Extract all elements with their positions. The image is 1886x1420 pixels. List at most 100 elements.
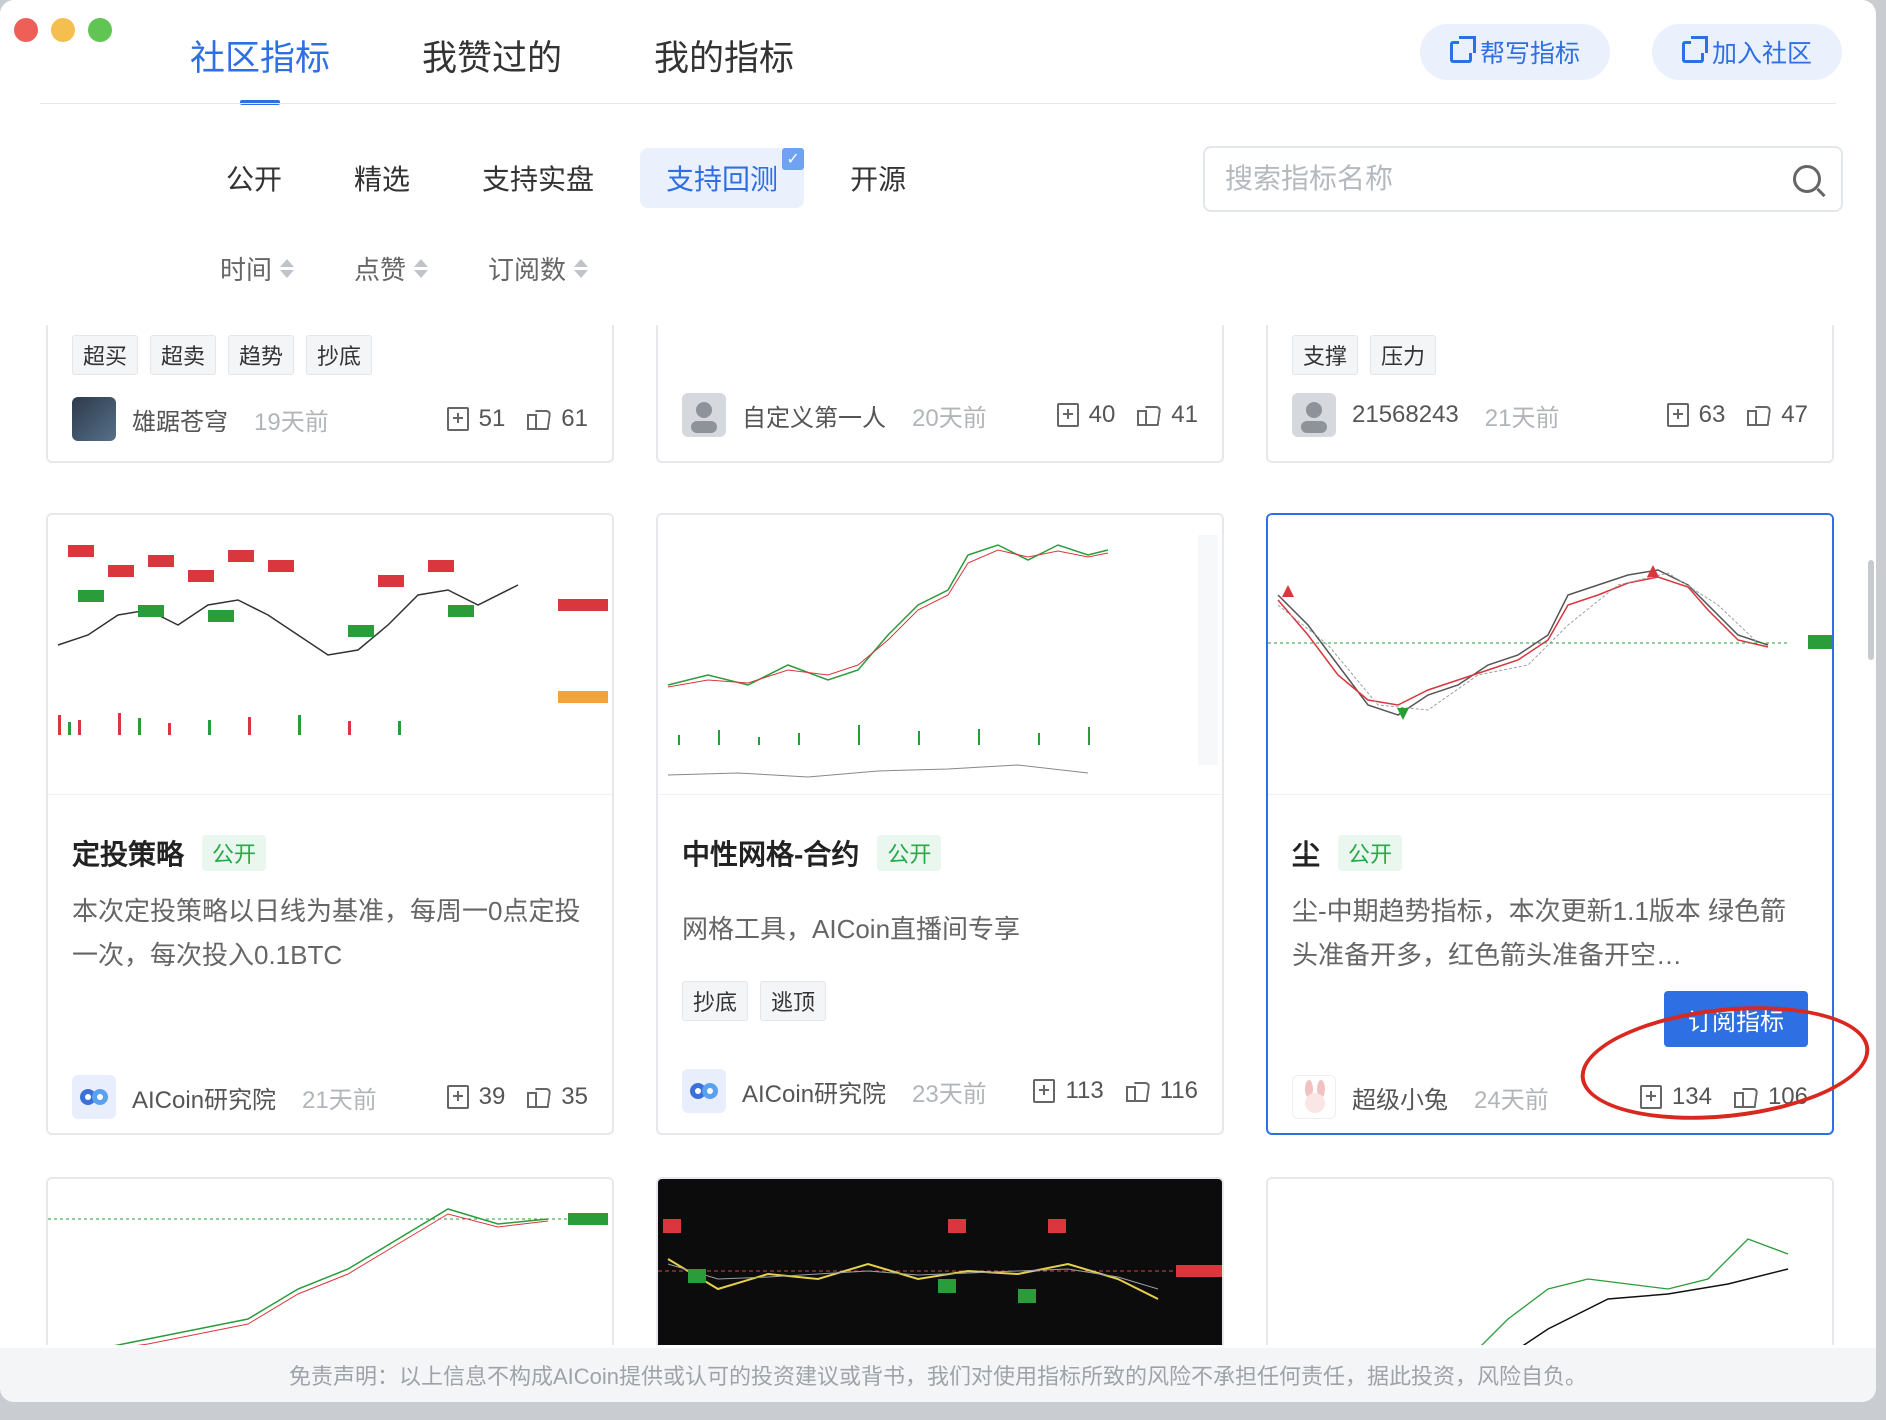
thumbs-up-icon [1125, 1080, 1150, 1102]
indicator-description: 本次定投策略以日线为基准，每周一0点定投一次，每次投入0.1BTC [72, 896, 581, 970]
subscribe-count: 40 [1056, 401, 1116, 429]
tag: 趋势 [228, 335, 295, 375]
author-name[interactable]: 雄踞苍穹 [132, 402, 228, 437]
indicator-card[interactable] [46, 1177, 614, 1345]
author-name[interactable]: AICoin研究院 [742, 1074, 886, 1109]
like-count-value: 61 [561, 405, 588, 432]
author-name[interactable]: 自定义第一人 [742, 398, 886, 433]
tag: 逃顶 [760, 981, 827, 1021]
zoom-window-button[interactable] [88, 18, 112, 42]
filter-backtest[interactable]: 支持回测 ✓ [640, 148, 805, 208]
tag-list: 支撑 压力 [1292, 335, 1437, 375]
subscribe-count-value: 40 [1088, 401, 1116, 428]
subscribe-count-value: 39 [478, 1083, 506, 1110]
avatar[interactable] [1292, 393, 1336, 437]
filter-live[interactable]: 支持实盘 [456, 148, 620, 208]
like-count[interactable]: 35 [527, 1083, 588, 1111]
sort-subs[interactable]: 订阅数 [488, 250, 589, 287]
tab-liked[interactable]: 我赞过的 [422, 30, 562, 105]
filter-public[interactable]: 公开 [200, 148, 308, 208]
filter-featured[interactable]: 精选 [328, 148, 436, 208]
sort-arrows-icon [280, 259, 295, 278]
card-title: 尘 公开 [1292, 833, 1403, 873]
tag: 抄底 [306, 335, 373, 375]
indicator-card[interactable] [1266, 1177, 1834, 1345]
card-title: 中性网格-合约 公开 [682, 833, 942, 873]
chart-thumbnail [48, 515, 612, 795]
subscribe-indicator-button[interactable]: 订阅指标 [1664, 991, 1808, 1047]
tab-community[interactable]: 社区指标 [190, 30, 330, 105]
avatar[interactable] [682, 393, 726, 437]
indicator-name[interactable]: 尘 [1292, 833, 1320, 873]
subscribe-icon [1033, 1079, 1056, 1103]
card-meta: AICoin研究院 23天前 113 116 [682, 1069, 1198, 1113]
thumbs-up-icon [527, 408, 551, 430]
like-count[interactable]: 47 [1747, 401, 1808, 429]
sort-likes[interactable]: 点赞 [354, 250, 429, 287]
chart-thumbnail [1268, 515, 1832, 795]
indicator-description: 网格工具，AICoin直播间专享 [682, 914, 1021, 944]
price-chart-image [658, 1219, 1222, 1303]
user-icon [691, 402, 717, 433]
like-count-value: 35 [561, 1083, 588, 1110]
author-name[interactable]: 超级小兔 [1352, 1080, 1448, 1115]
tab-mine[interactable]: 我的指标 [654, 30, 794, 105]
scrollbar[interactable] [1868, 560, 1874, 660]
like-count[interactable]: 41 [1137, 401, 1198, 429]
join-community-label: 加入社区 [1712, 40, 1813, 68]
tag-list: 超买 超卖 趋势 抄底 [72, 335, 373, 375]
price-chart-image [48, 1208, 608, 1345]
subscribe-count-value: 134 [1671, 1083, 1712, 1110]
card-meta: AICoin研究院 21天前 39 35 [72, 1075, 588, 1119]
like-count[interactable]: 116 [1125, 1077, 1198, 1105]
indicator-card[interactable]: 尘 公开 尘-中期趋势指标，本次更新1.1版本 绿色箭头准备开多，红色箭头准备开… [1266, 513, 1834, 1135]
subscribe-icon [446, 407, 469, 431]
disclaimer-bar: 免责声明：以上信息不构成AICoin提供或认可的投资建议或背书，我们对使用指标所… [0, 1348, 1876, 1402]
subscribe-count-value: 51 [478, 405, 506, 432]
indicator-name[interactable]: 中性网格-合约 [682, 833, 859, 873]
avatar[interactable] [1292, 1075, 1336, 1119]
like-count[interactable]: 61 [527, 405, 588, 433]
indicator-name[interactable]: 定投策略 [72, 833, 184, 873]
join-community-button[interactable]: 加入社区 [1652, 24, 1843, 80]
external-icon [1682, 36, 1708, 63]
close-window-button[interactable] [14, 18, 38, 42]
filter-open-source[interactable]: 开源 [824, 148, 932, 208]
sort-time[interactable]: 时间 [220, 250, 295, 287]
indicator-card[interactable]: 自定义第一人 20天前 40 41 [656, 325, 1224, 463]
avatar[interactable] [682, 1069, 726, 1113]
thumbs-up-icon [1733, 1086, 1758, 1108]
indicator-card[interactable]: 中性网格-合约 公开 网格工具，AICoin直播间专享 抄底 逃顶 AICoin… [656, 513, 1224, 1135]
price-chart-image [57, 545, 608, 735]
publish-time: 20天前 [912, 404, 987, 432]
search-input[interactable] [1225, 163, 1793, 195]
avatar[interactable] [72, 1075, 116, 1119]
external-icon [1450, 36, 1476, 63]
chart-thumbnail [658, 515, 1222, 795]
card-meta: 雄踞苍穹 19天前 51 61 [72, 397, 588, 441]
like-count-value: 47 [1781, 401, 1808, 428]
search-box [1203, 146, 1843, 212]
price-chart-image [1481, 1238, 1789, 1345]
author-name[interactable]: AICoin研究院 [132, 1080, 276, 1115]
window-controls [14, 18, 112, 42]
subscribe-count: 134 [1639, 1083, 1712, 1111]
avatar[interactable] [72, 397, 116, 441]
indicator-card[interactable]: 支撑 压力 21568243 21天前 63 47 [1266, 325, 1834, 463]
indicator-card[interactable]: 定投策略 公开 本次定投策略以日线为基准，每周一0点定投一次，每次投入0.1BT… [46, 513, 614, 1135]
rabbit-icon [1305, 1080, 1325, 1113]
like-count[interactable]: 106 [1733, 1083, 1808, 1111]
chart-thumbnail [48, 1179, 612, 1345]
like-count-value: 116 [1159, 1077, 1198, 1104]
card-title: 定投策略 公开 [72, 833, 267, 873]
thumbs-up-icon [1747, 404, 1771, 426]
indicator-card[interactable]: 超买 超卖 趋势 抄底 雄踞苍穹 19天前 51 61 [46, 325, 614, 463]
subscribe-count: 113 [1033, 1077, 1104, 1105]
aicoin-logo-icon [80, 1089, 108, 1105]
minimize-window-button[interactable] [51, 18, 75, 42]
help-write-button[interactable]: 帮写指标 [1420, 24, 1611, 80]
search-icon[interactable] [1793, 165, 1821, 193]
public-badge: 公开 [877, 835, 942, 871]
author-name[interactable]: 21568243 [1352, 401, 1459, 429]
indicator-card[interactable] [656, 1177, 1224, 1345]
